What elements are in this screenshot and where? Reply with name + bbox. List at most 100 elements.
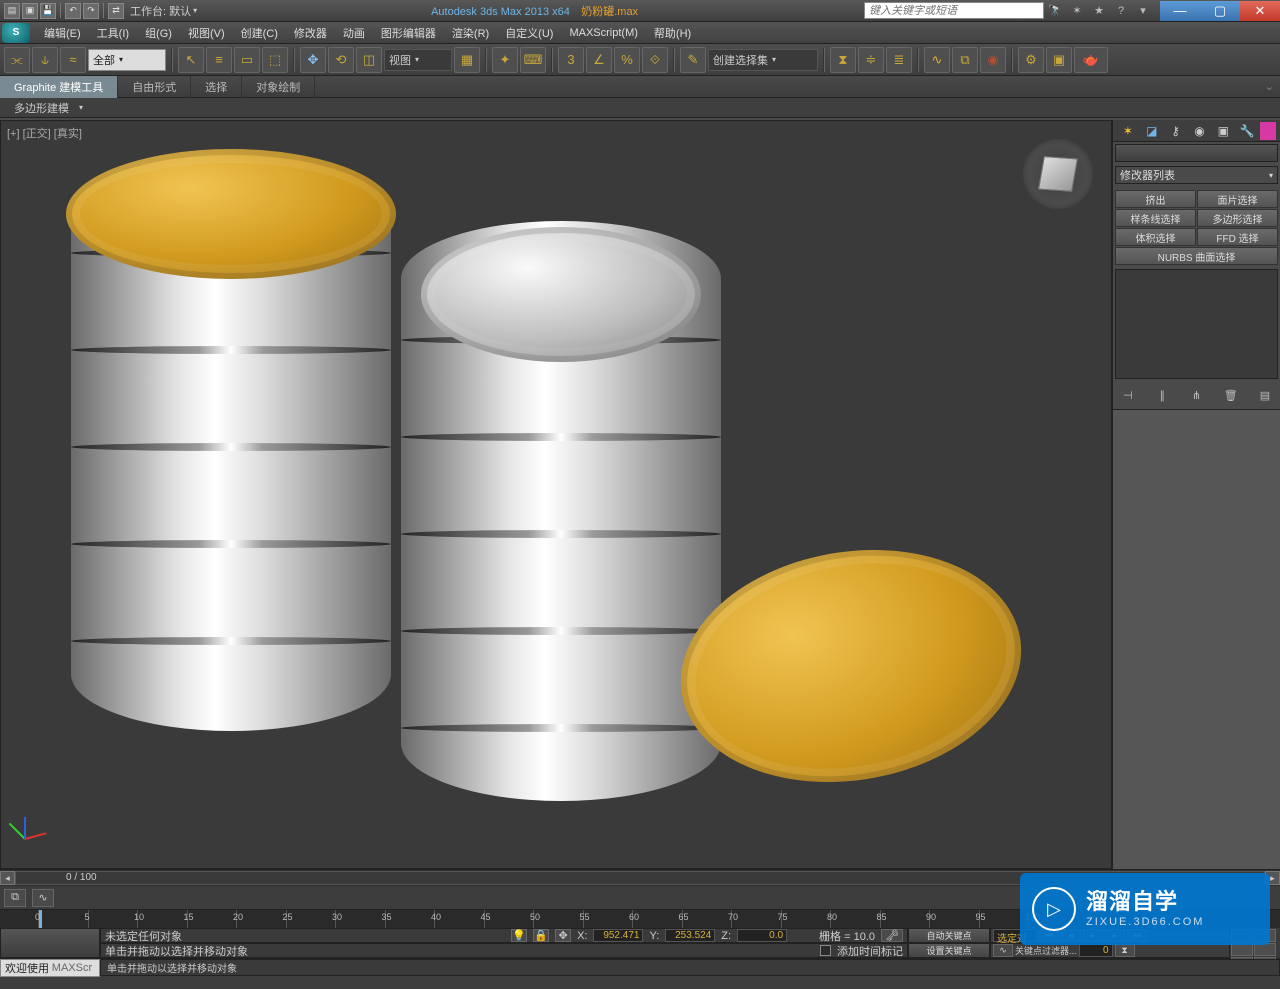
cmd-btn-6[interactable]: NURBS 曲面选择 [1115,247,1278,265]
modifier-list-dropdown[interactable]: 修改器列表▾ [1115,166,1278,184]
selection-lock-icon[interactable]: 🔒 [533,929,549,942]
schematic-icon[interactable]: ⧉ [952,47,978,73]
edit-named-sel-icon[interactable]: ✎ [680,47,706,73]
minimize-button[interactable]: — [1160,1,1200,21]
search-input[interactable] [864,2,1044,19]
display-tab-icon[interactable]: ▣ [1212,122,1234,140]
maximize-button[interactable]: ▢ [1200,1,1240,21]
hierarchy-tab-icon[interactable]: ⚷ [1165,122,1187,140]
lock-icon[interactable]: 💡 [511,929,527,942]
autokey-button[interactable]: 自动关键点 [908,928,990,943]
object-name-field[interactable] [1115,144,1278,162]
ribbon-panel-polymodel[interactable]: 多边形建模 [6,100,77,116]
menu-工具(I)[interactable]: 工具(I) [89,22,137,44]
menu-动画[interactable]: 动画 [335,22,373,44]
help-icon[interactable]: ? [1110,2,1132,20]
window-crossing-icon[interactable]: ⬚ [262,47,288,73]
time-config-icon[interactable]: ⧉ [4,889,26,907]
cmd-btn-1[interactable]: 面片选择 [1197,190,1278,208]
menu-修改器[interactable]: 修改器 [286,22,335,44]
align-icon[interactable]: ≑ [858,47,884,73]
current-frame-field[interactable]: 0 [1079,944,1113,957]
mirror-icon[interactable]: ⧗ [830,47,856,73]
menu-MAXScript(M)[interactable]: MAXScript(M) [561,22,645,44]
save-icon[interactable]: 💾 [40,3,56,19]
remove-mod-icon[interactable]: 🗑 [1222,387,1240,403]
manip-icon[interactable]: ✦ [492,47,518,73]
viewcube[interactable] [1023,139,1093,209]
cmd-btn-5[interactable]: FFD 选择 [1197,228,1278,246]
ribbon-tab-0[interactable]: Graphite 建模工具 [0,76,118,98]
viewport-label[interactable]: [+] [正交] [真实] [7,125,82,141]
addtime-checkbox[interactable] [820,945,831,956]
menu-视图(V)[interactable]: 视图(V) [180,22,233,44]
dropdown-icon[interactable]: ▾ [1132,2,1154,20]
refsys-dropdown[interactable]: 视图▾ [384,49,452,71]
x-field[interactable]: 952.471 [593,929,643,942]
new-icon[interactable]: ▤ [4,3,20,19]
menu-编辑(E)[interactable]: 编辑(E) [36,22,89,44]
time-config2-icon[interactable]: ⧗ [1115,944,1135,957]
cmd-btn-3[interactable]: 多边形选择 [1197,209,1278,227]
track-left-icon[interactable]: ◂ [0,871,15,885]
menu-渲染(R)[interactable]: 渲染(R) [444,22,497,44]
show-end-icon[interactable]: ∥ [1153,387,1171,403]
menu-组(G)[interactable]: 组(G) [137,22,180,44]
y-field[interactable]: 253.524 [665,929,715,942]
cmd-btn-4[interactable]: 体积选择 [1115,228,1196,246]
bind-icon[interactable]: ≈ [60,47,86,73]
z-field[interactable]: 0.0 [737,929,787,942]
menu-创建(C)[interactable]: 创建(C) [233,22,286,44]
exchange-icon[interactable]: ✶ [1066,2,1088,20]
add-time-label[interactable]: 添加时间标记 [837,943,903,959]
material-editor-icon[interactable]: ◉ [980,47,1006,73]
modifier-stack[interactable] [1115,269,1278,379]
setkey-button[interactable]: 设置关键点 [908,943,990,958]
snap3-icon[interactable]: 3 [558,47,584,73]
ribbon-tab-2[interactable]: 选择 [191,76,242,98]
select-link-icon[interactable]: ⫘ [4,47,30,73]
curve-editor-icon[interactable]: ∿ [924,47,950,73]
key-filters-icon[interactable]: ∿ [993,944,1013,957]
motion-tab-icon[interactable]: ◉ [1189,122,1211,140]
select-rect-icon[interactable]: ▭ [234,47,260,73]
welcome-box[interactable]: 欢迎使用 MAXScr [0,959,100,977]
percent-snap-icon[interactable]: % [614,47,640,73]
undo-icon[interactable]: ↶ [65,3,81,19]
utilities-tab-icon[interactable]: 🔧 [1236,122,1258,140]
key-icon[interactable]: 🗝 [881,929,903,942]
cmd-btn-0[interactable]: 挤出 [1115,190,1196,208]
mini-curve-icon[interactable]: ∿ [32,889,54,907]
create-tab-icon[interactable]: ✶ [1117,122,1139,140]
spinner-snap-icon[interactable]: ⟐ [642,47,668,73]
open-icon[interactable]: ▣ [22,3,38,19]
close-button[interactable]: ✕ [1240,1,1280,21]
ribbon-tab-1[interactable]: 自由形式 [118,76,191,98]
pivot-icon[interactable]: ▦ [454,47,480,73]
render-icon[interactable]: 🫖 [1074,47,1108,73]
workspace-dropdown[interactable]: 工作台: 默认▾ [126,3,201,19]
app-logo-icon[interactable]: S [2,23,30,43]
unlink-icon[interactable]: ⫝ [32,47,58,73]
menu-图形编辑器[interactable]: 图形编辑器 [373,22,444,44]
favorite-icon[interactable]: ★ [1088,2,1110,20]
link-icon[interactable]: ⇄ [108,3,124,19]
menu-帮助(H)[interactable]: 帮助(H) [646,22,699,44]
select-name-icon[interactable]: ≡ [206,47,232,73]
absolute-icon[interactable]: ✥ [555,929,571,942]
redo-icon[interactable]: ↷ [83,3,99,19]
rotate-icon[interactable]: ⟲ [328,47,354,73]
scale-icon[interactable]: ◫ [356,47,382,73]
move-icon[interactable]: ✥ [300,47,326,73]
keyboard-icon[interactable]: ⌨ [520,47,546,73]
modify-tab-icon[interactable]: ◪ [1141,122,1163,140]
named-selection-dropdown[interactable]: 创建选择集▾ [708,49,818,71]
cmd-btn-2[interactable]: 样条线选择 [1115,209,1196,227]
binoculars-icon[interactable]: 🔭 [1044,2,1066,20]
selection-filter-dropdown[interactable]: 全部▾ [88,49,166,71]
color-swatch[interactable] [1260,122,1276,140]
select-object-icon[interactable]: ↖ [178,47,204,73]
viewport[interactable]: [+] [正交] [真实] [0,120,1112,869]
render-frame-icon[interactable]: ▣ [1046,47,1072,73]
menu-自定义(U)[interactable]: 自定义(U) [497,22,561,44]
